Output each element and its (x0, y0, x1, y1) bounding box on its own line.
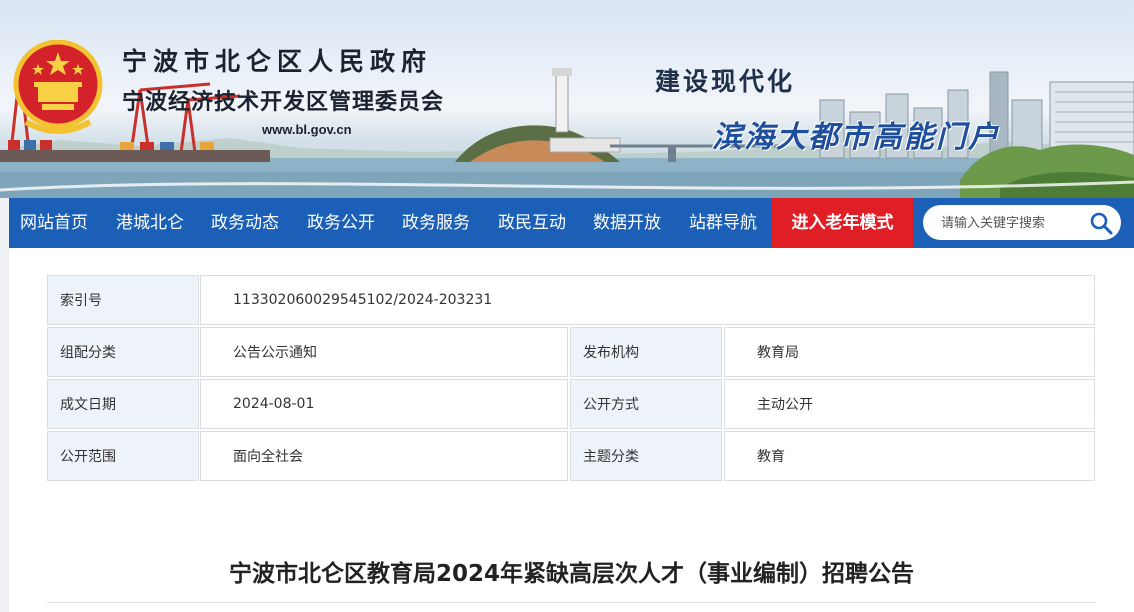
index-label: 索引号 (47, 275, 199, 325)
content-card: 索引号 113302060029545102/2024-203231 组配分类 … (9, 248, 1134, 612)
search-box (923, 205, 1121, 240)
search-input[interactable] (941, 212, 1081, 234)
category-value: 公告公示通知 (200, 327, 568, 377)
site-url: www.bl.gov.cn (262, 122, 352, 137)
open-mode-value: 主动公开 (724, 379, 1095, 429)
topic-value: 教育 (724, 431, 1095, 481)
nav-item-open-data[interactable]: 数据开放 (593, 198, 661, 248)
elder-mode-button[interactable]: 进入老年模式 (772, 198, 913, 248)
nav-item-services[interactable]: 政务服务 (402, 198, 470, 248)
slogan-secondary: 滨海大都市高能门户 (712, 120, 1000, 155)
site-title-secondary: 宁波经济技术开发区管理委员会 (122, 89, 445, 115)
nav-item-news[interactable]: 政务动态 (211, 198, 279, 248)
category-label: 组配分类 (47, 327, 199, 377)
title-divider (47, 602, 1095, 603)
nav-item-interaction[interactable]: 政民互动 (498, 198, 566, 248)
nav-item-site-group[interactable]: 站群导航 (689, 198, 757, 248)
index-value: 113302060029545102/2024-203231 (200, 275, 1095, 325)
scope-value: 面向全社会 (200, 431, 568, 481)
document-title: 宁波市北仑区教育局2024年紧缺高层次人才（事业编制）招聘公告 (228, 561, 914, 587)
publisher-label: 发布机构 (570, 327, 722, 377)
date-label: 成文日期 (47, 379, 199, 429)
publisher-value: 教育局 (724, 327, 1095, 377)
nav-item-disclosure[interactable]: 政务公开 (307, 198, 375, 248)
main-nav: 网站首页 港城北仑 政务动态 政务公开 政务服务 政民互动 数据开放 站群导航 … (9, 198, 1134, 248)
date-value: 2024-08-01 (200, 379, 568, 429)
slogan-primary: 建设现代化 (655, 67, 796, 96)
site-title-primary: 宁波市北仑区人民政府 (122, 47, 433, 76)
national-emblem-icon (13, 40, 103, 134)
nav-item-port-city[interactable]: 港城北仑 (116, 198, 184, 248)
nav-item-home[interactable]: 网站首页 (20, 198, 88, 248)
scope-label: 公开范围 (47, 431, 199, 481)
site-banner: 宁波市北仑区人民政府 宁波经济技术开发区管理委员会 www.bl.gov.cn … (0, 0, 1134, 198)
topic-label: 主题分类 (570, 431, 722, 481)
search-icon[interactable] (1089, 211, 1113, 235)
open-mode-label: 公开方式 (570, 379, 722, 429)
